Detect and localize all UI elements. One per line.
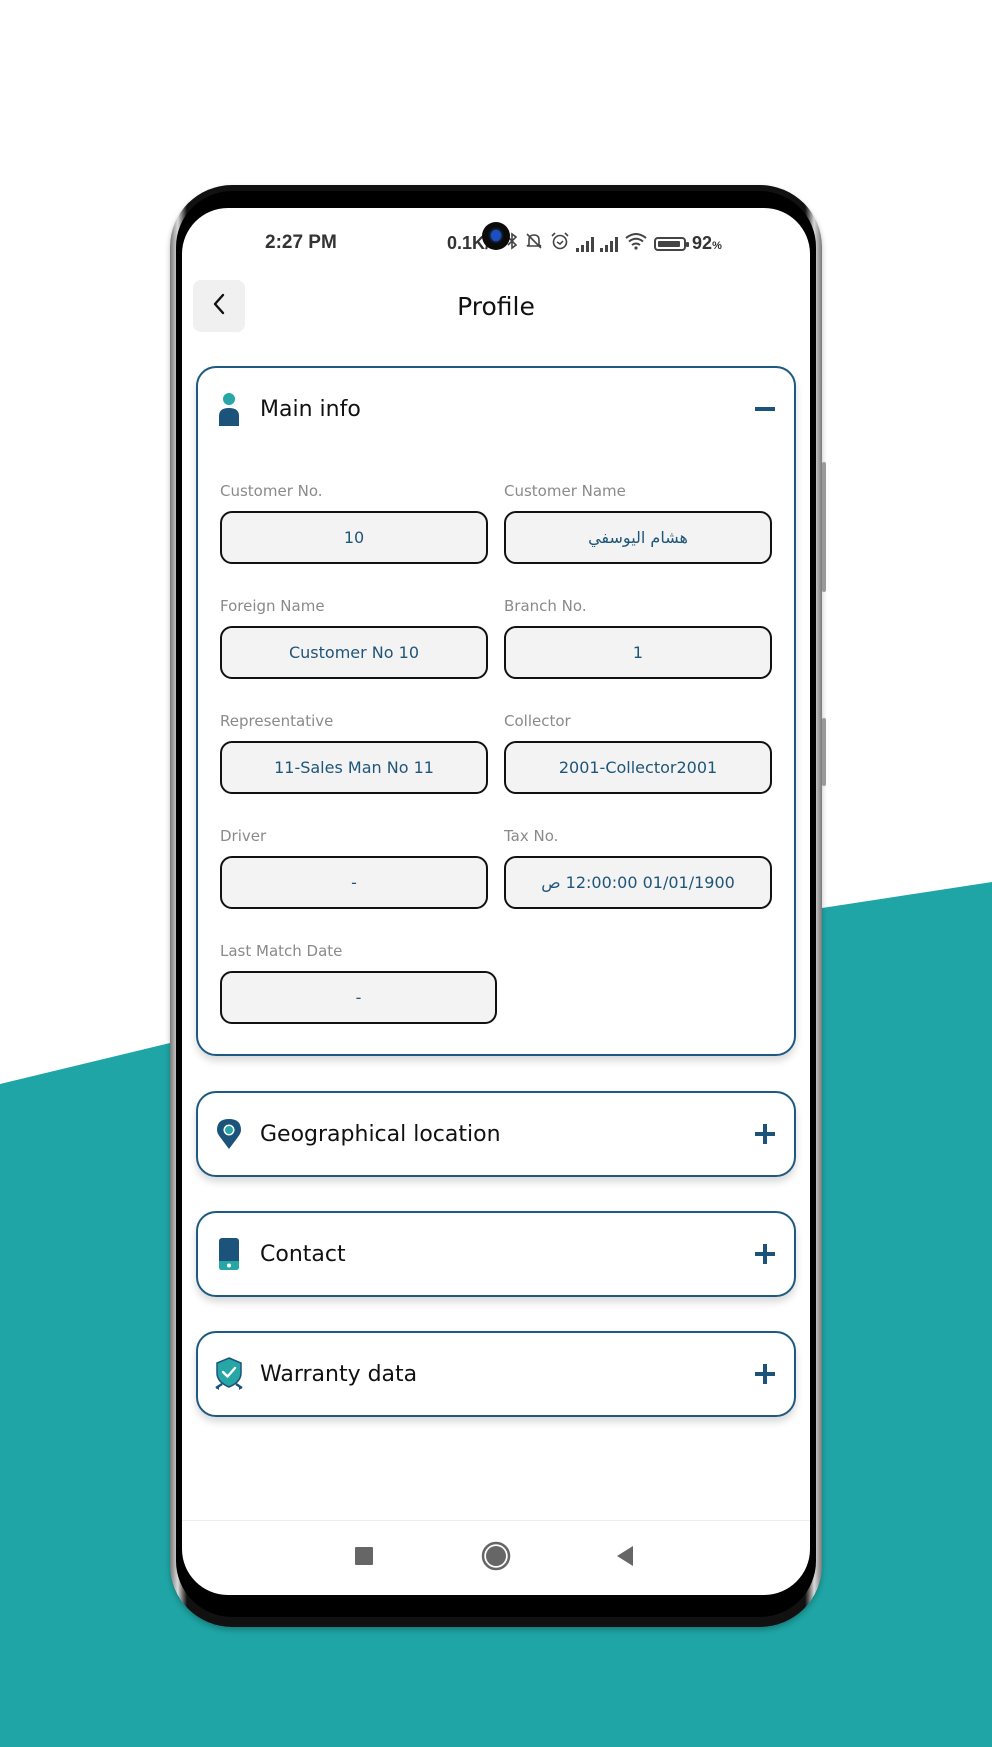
driver-field: -	[220, 856, 488, 909]
location-pin-icon	[214, 1117, 244, 1151]
customer-no-field: 10	[220, 511, 488, 564]
battery-percent-value: 92	[692, 233, 713, 253]
plus-icon[interactable]	[754, 1363, 776, 1385]
minus-icon[interactable]	[754, 398, 776, 420]
volume-button	[822, 462, 826, 592]
foreign-name-field: Customer No 10	[220, 626, 488, 679]
battery-percent: 92%	[692, 233, 722, 253]
home-circle-icon	[481, 1541, 511, 1576]
branch-no-field: 1	[504, 626, 772, 679]
app-screen: 2:27 PM 0.1K/s 92% Profile Main info Cus…	[182, 208, 810, 1595]
field-label-collector: Collector	[504, 712, 571, 730]
collector-field: 2001-Collector2001	[504, 741, 772, 794]
phone-icon	[214, 1237, 244, 1271]
battery-icon	[654, 236, 690, 251]
signal-icon	[600, 236, 619, 252]
section-main-info-header[interactable]: Main info	[198, 368, 794, 450]
nav-bar-divider	[182, 1520, 810, 1521]
front-camera	[482, 222, 510, 250]
power-button	[822, 718, 826, 786]
wifi-icon	[624, 232, 648, 255]
field-label-customer-name: Customer Name	[504, 482, 626, 500]
section-title: Warranty data	[260, 1361, 418, 1387]
field-label-foreign-name: Foreign Name	[220, 597, 325, 615]
last-match-date-field: -	[220, 971, 497, 1024]
mute-bell-icon	[524, 232, 544, 255]
back-triangle-icon	[615, 1545, 635, 1572]
field-label-customer-no: Customer No.	[220, 482, 323, 500]
home-button[interactable]	[480, 1541, 512, 1576]
section-warranty-data[interactable]: Warranty data	[196, 1331, 796, 1417]
representative-field: 11-Sales Man No 11	[220, 741, 488, 794]
section-contact-header[interactable]: Contact	[198, 1213, 794, 1295]
person-icon	[214, 392, 244, 426]
section-title: Main info	[260, 396, 361, 422]
page-title: Profile	[457, 292, 535, 321]
section-title: Geographical location	[260, 1121, 501, 1147]
back-nav-button[interactable]	[610, 1543, 640, 1573]
field-label-tax-no: Tax No.	[504, 827, 559, 845]
section-title: Contact	[260, 1241, 346, 1267]
section-main-info: Main info Customer No. Customer Name 10 …	[196, 366, 796, 1056]
section-contact[interactable]: Contact	[196, 1211, 796, 1297]
customer-name-field: هشام اليوسفي	[504, 511, 772, 564]
section-geographical-location[interactable]: Geographical location	[196, 1091, 796, 1177]
status-time: 2:27 PM	[265, 232, 337, 253]
shield-check-icon	[214, 1357, 244, 1391]
section-warranty-header[interactable]: Warranty data	[198, 1333, 794, 1415]
recents-square-icon	[354, 1546, 374, 1571]
signal-icon	[576, 236, 595, 252]
alarm-icon	[550, 232, 570, 255]
field-label-driver: Driver	[220, 827, 267, 845]
recents-button[interactable]	[349, 1543, 379, 1573]
field-label-branch-no: Branch No.	[504, 597, 587, 615]
section-geo-header[interactable]: Geographical location	[198, 1093, 794, 1175]
field-label-last-match-date: Last Match Date	[220, 942, 343, 960]
plus-icon[interactable]	[754, 1243, 776, 1265]
plus-icon[interactable]	[754, 1123, 776, 1145]
tax-no-field: 01/01/1900 12:00:00 ص	[504, 856, 772, 909]
field-label-representative: Representative	[220, 712, 334, 730]
